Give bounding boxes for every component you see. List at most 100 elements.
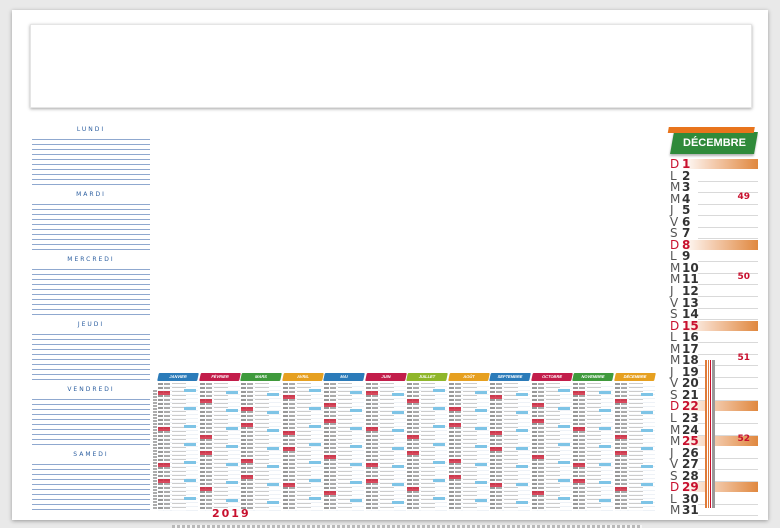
december-title: DÉCEMBRE <box>670 132 758 154</box>
planner-lines[interactable] <box>32 200 150 250</box>
highlight-bar <box>350 391 362 394</box>
highlight-bar <box>557 443 570 446</box>
highlight-bar <box>682 239 758 250</box>
highlight-bar <box>391 465 404 468</box>
month-header: AVRIL <box>281 373 324 381</box>
highlight-bar <box>516 429 528 432</box>
highlight-bar <box>433 461 445 464</box>
sunday-marker <box>365 479 378 483</box>
highlight-bar <box>599 499 611 502</box>
highlight-bar <box>391 429 404 432</box>
highlight-bar <box>391 447 404 450</box>
month-column: FÉVRIER <box>198 373 241 511</box>
highlight-bar <box>433 389 445 392</box>
highlight-bar <box>267 465 279 468</box>
highlight-bar <box>557 461 570 464</box>
highlight-bar <box>599 391 611 394</box>
sunday-marker <box>241 459 253 463</box>
highlight-bar <box>474 499 487 502</box>
highlight-bar <box>350 409 362 412</box>
sunday-marker <box>490 483 502 487</box>
highlight-bar <box>350 499 362 502</box>
highlight-bar <box>516 465 528 468</box>
december-day-row[interactable]: D1 <box>668 158 764 170</box>
december-day-row[interactable]: M 25 52 <box>668 434 764 447</box>
vertical-note-text <box>153 390 157 510</box>
planner-day: VENDREDI <box>32 385 150 450</box>
december-day-row[interactable]: M 31 <box>668 504 764 517</box>
planner-lines[interactable] <box>32 330 150 380</box>
week-number: 52 <box>737 434 750 445</box>
month-day-nums <box>247 383 253 511</box>
december-day-row[interactable]: J5 <box>668 204 764 217</box>
planner-day: LUNDI <box>32 125 150 190</box>
month-header: AOÛT <box>447 373 490 381</box>
sunday-marker <box>531 491 544 495</box>
highlight-bar <box>350 481 362 484</box>
december-day-row[interactable]: L 23 <box>668 412 764 425</box>
calendar-sheet: LUNDI MARDI MERCREDI JEUDI VENDREDI SAMEDI JA… <box>12 10 768 528</box>
month-days <box>407 383 447 511</box>
highlight-bar <box>225 409 238 412</box>
weekly-planner: LUNDI MARDI MERCREDI JEUDI VENDREDI SAMEDI <box>32 125 150 515</box>
highlight-bar <box>516 501 528 504</box>
month-header: SEPTEMBRE <box>489 373 531 381</box>
sunday-marker <box>407 399 419 403</box>
sunday-marker <box>573 391 585 395</box>
month-column: JANVIER <box>157 373 199 511</box>
month-days <box>614 383 655 511</box>
highlight-bar <box>640 411 653 414</box>
month-column: JUIN <box>364 373 407 511</box>
highlight-bar <box>184 407 196 410</box>
month-header: DÉCEMBRE <box>613 373 656 381</box>
sunday-marker <box>614 399 627 403</box>
sunday-marker <box>490 447 502 451</box>
sunday-marker <box>365 463 378 467</box>
month-day-letters <box>448 383 454 511</box>
sunday-marker <box>531 455 544 459</box>
month-header: JUILLET <box>406 373 448 381</box>
planner-day: SAMEDI <box>32 450 150 515</box>
sunday-marker <box>282 483 295 487</box>
highlight-bar <box>184 389 196 392</box>
highlight-bar <box>267 411 279 414</box>
month-day-letters <box>573 383 578 511</box>
highlight-bar <box>433 407 445 410</box>
highlight-bar <box>225 463 238 466</box>
month-days <box>324 383 364 511</box>
sunday-marker <box>614 435 627 439</box>
sunday-marker <box>448 423 461 427</box>
month-days <box>448 383 489 511</box>
sunday-marker <box>324 419 336 423</box>
sunday-marker <box>407 487 419 491</box>
sunday-marker <box>490 395 502 399</box>
sunday-marker <box>282 447 295 451</box>
sunday-marker <box>199 487 212 491</box>
month-day-nums <box>454 383 461 511</box>
month-day-text <box>172 383 186 511</box>
sunday-marker <box>241 407 253 411</box>
december-day-row[interactable]: J 12 <box>668 285 764 298</box>
planner-lines[interactable] <box>32 135 150 185</box>
month-day-letters <box>158 383 163 511</box>
highlight-bar <box>225 499 238 502</box>
highlight-bar <box>433 425 445 428</box>
month-column: NOVEMBRE <box>572 373 614 511</box>
month-column: MAI <box>323 373 365 511</box>
highlight-bar <box>557 407 570 410</box>
planner-lines[interactable] <box>32 395 150 445</box>
header-box <box>30 24 752 108</box>
sunday-marker <box>614 487 627 491</box>
month-header: JANVIER <box>157 373 199 381</box>
planner-lines[interactable] <box>32 265 150 315</box>
highlight-bar <box>599 445 611 448</box>
planner-lines[interactable] <box>32 460 150 510</box>
highlight-bar <box>516 447 528 450</box>
highlight-bar <box>599 427 611 430</box>
december-day-row[interactable]: S 14 <box>668 308 764 321</box>
sunday-marker <box>158 479 170 483</box>
december-title-label: DÉCEMBRE <box>682 137 746 149</box>
sunday-marker <box>324 491 336 495</box>
sunday-marker <box>407 435 419 439</box>
highlight-bar <box>225 481 238 484</box>
